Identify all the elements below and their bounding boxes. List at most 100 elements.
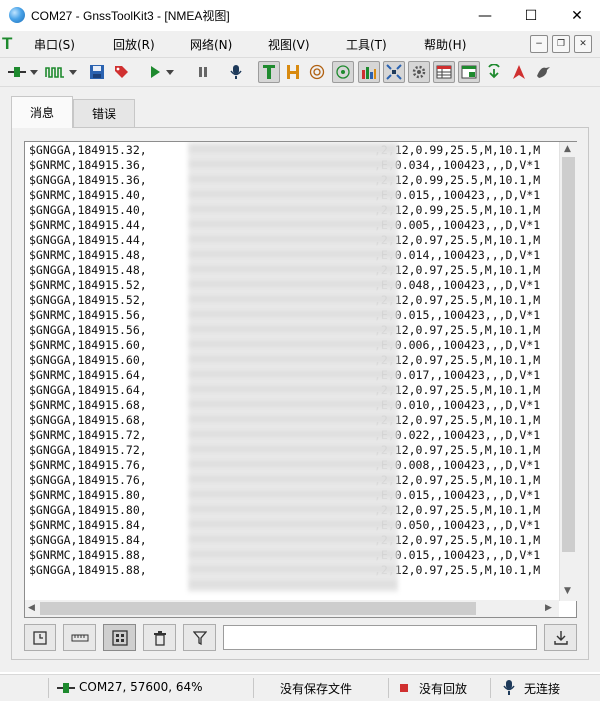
log-line-prefix: $GNGGA,184915.56, [29, 323, 147, 337]
log-line: $GNRMC,184915.60, ,E,0.006,,100423,,,D,V*… [29, 338, 540, 353]
log-line: $GNGGA,184915.56, ,2,12,0.97,25.5,M,10.1,… [29, 323, 540, 338]
vertical-scrollbar[interactable]: ▲ ▼ [559, 142, 577, 601]
log-line-tail: ,E,0.015,,100423,,,D,V*1 [374, 188, 541, 202]
log-line-tail: ,E,0.008,,100423,,,D,V*1 [374, 458, 541, 472]
log-line-prefix: $GNRMC,184915.64, [29, 368, 147, 382]
log-line-tail: ,2,12,0.97,25.5,M,10.1,M [374, 563, 541, 577]
log-line-tail: ,2,12,0.97,25.5,M,10.1,M [374, 233, 541, 247]
tab-errors[interactable]: 错误 [73, 99, 135, 127]
trash-icon [153, 630, 166, 646]
vertical-scroll-thumb[interactable] [562, 157, 575, 552]
text-t-icon[interactable] [258, 61, 280, 83]
nmea-log-view[interactable]: $GNGGA,184915.32, ,2,12,0.99,25.5,M,10.1,… [24, 141, 577, 618]
log-line: $GNGGA,184915.84, ,2,12,0.97,25.5,M,10.1,… [29, 533, 540, 548]
log-line-prefix: $GNGGA,184915.84, [29, 533, 147, 547]
log-line: $GNGGA,184915.80, ,2,12,0.97,25.5,M,10.1,… [29, 503, 540, 518]
play-dropdown-arrow-icon[interactable] [163, 61, 177, 83]
status-separator [388, 678, 389, 698]
hex-view-button[interactable] [103, 624, 136, 651]
log-line-tail: ,E,0.005,,100423,,,D,V*1 [374, 218, 541, 232]
log-line-prefix: $GNRMC,184915.44, [29, 218, 147, 232]
bar-chart-icon[interactable] [358, 61, 380, 83]
clear-button[interactable] [143, 624, 176, 651]
log-line-tail: ,E,0.022,,100423,,,D,V*1 [374, 428, 541, 442]
baud-dropdown-arrow-icon[interactable] [66, 61, 80, 83]
maximize-button[interactable]: ☐ [508, 0, 554, 31]
log-line-prefix: $GNGGA,184915.36, [29, 173, 147, 187]
export-button[interactable] [544, 624, 577, 651]
log-line-tail: ,2,12,0.97,25.5,M,10.1,M [374, 383, 541, 397]
log-line: $GNGGA,184915.36, ,2,12,0.99,25.5,M,10.1,… [29, 173, 540, 188]
mdi-minimize-icon[interactable]: − [530, 35, 548, 53]
log-line-tail: ,2,12,0.97,25.5,M,10.1,M [374, 473, 541, 487]
satellite-icon[interactable] [383, 61, 405, 83]
navigation-arrow-icon[interactable] [508, 61, 530, 83]
log-lines: $GNGGA,184915.32, ,2,12,0.99,25.5,M,10.1,… [29, 143, 540, 578]
menu-help[interactable]: 帮助(H) [424, 36, 466, 53]
status-separator [490, 678, 491, 698]
microphone-icon[interactable] [225, 61, 247, 83]
scroll-left-arrow-icon[interactable]: ◀ [28, 603, 35, 613]
menu-serial[interactable]: 串口(S) [34, 36, 75, 53]
hex-view-icon [111, 629, 128, 646]
log-line-prefix: $GNRMC,184915.68, [29, 398, 147, 412]
status-separator [48, 678, 49, 698]
minimize-button[interactable]: — [462, 0, 508, 31]
log-line: $GNGGA,184915.64, ,2,12,0.97,25.5,M,10.1,… [29, 383, 540, 398]
table-icon[interactable] [433, 61, 455, 83]
download-icon[interactable] [483, 61, 505, 83]
close-button[interactable]: ✕ [554, 0, 600, 31]
clock-button[interactable] [24, 624, 56, 651]
letter-h-icon[interactable] [282, 61, 304, 83]
filter-icon [192, 630, 207, 645]
log-line: $GNRMC,184915.72, ,E,0.022,,100423,,,D,V*… [29, 428, 540, 443]
log-line-tail: ,E,0.015,,100423,,,D,V*1 [374, 548, 541, 562]
log-line-tail: ,2,12,0.97,25.5,M,10.1,M [374, 353, 541, 367]
log-line-prefix: $GNRMC,184915.48, [29, 248, 147, 262]
bird-icon[interactable] [532, 61, 554, 83]
connect-dropdown-arrow-icon[interactable] [27, 61, 41, 83]
log-line-tail: ,E,0.034,,100423,,,D,V*1 [374, 158, 541, 172]
horizontal-scrollbar[interactable]: ◀ ▶ [25, 600, 559, 617]
target-icon[interactable] [306, 61, 328, 83]
chart-table-icon[interactable] [458, 61, 480, 83]
scroll-right-arrow-icon[interactable]: ▶ [545, 603, 552, 613]
mdi-close-icon[interactable]: ✕ [574, 35, 592, 53]
filter-button[interactable] [183, 624, 216, 651]
microphone-icon [503, 680, 515, 695]
connect-icon[interactable] [6, 61, 28, 83]
menu-playback[interactable]: 回放(R) [113, 36, 155, 53]
log-line-prefix: $GNGGA,184915.40, [29, 203, 147, 217]
log-line: $GNGGA,184915.40, ,2,12,0.99,25.5,M,10.1,… [29, 203, 540, 218]
tab-messages[interactable]: 消息 [11, 96, 73, 128]
save-icon[interactable] [86, 61, 108, 83]
menu-view[interactable]: 视图(V) [268, 36, 310, 53]
log-line-prefix: $GNGGA,184915.76, [29, 473, 147, 487]
log-line-prefix: $GNRMC,184915.36, [29, 158, 147, 172]
crosshair-icon[interactable] [332, 61, 354, 83]
pause-icon[interactable] [192, 61, 214, 83]
log-line: $GNGGA,184915.72, ,2,12,0.97,25.5,M,10.1,… [29, 443, 540, 458]
horizontal-scroll-thumb[interactable] [40, 602, 476, 615]
menu-tools[interactable]: 工具(T) [346, 36, 387, 53]
tag-icon[interactable] [110, 61, 132, 83]
menu-network[interactable]: 网络(N) [190, 36, 232, 53]
log-line: $GNGGA,184915.44, ,2,12,0.97,25.5,M,10.1,… [29, 233, 540, 248]
log-line-prefix: $GNRMC,184915.56, [29, 308, 147, 322]
gear-icon[interactable] [408, 61, 430, 83]
log-line-tail: ,E,0.015,,100423,,,D,V*1 [374, 308, 541, 322]
log-line: $GNRMC,184915.88, ,E,0.015,,100423,,,D,V*… [29, 548, 540, 563]
record-stop-icon [400, 684, 408, 692]
scroll-down-arrow-icon[interactable]: ▼ [564, 586, 571, 596]
ruler-button[interactable] [63, 624, 96, 651]
scroll-up-arrow-icon[interactable]: ▲ [564, 144, 571, 154]
baud-wave-icon[interactable] [44, 61, 66, 83]
redacted-coordinates [188, 142, 398, 592]
log-line-tail: ,E,0.014,,100423,,,D,V*1 [374, 248, 541, 262]
ruler-icon [71, 634, 88, 641]
filter-input[interactable] [223, 625, 537, 650]
log-line: $GNRMC,184915.48, ,E,0.014,,100423,,,D,V*… [29, 248, 540, 263]
log-line: $GNGGA,184915.76, ,2,12,0.97,25.5,M,10.1,… [29, 473, 540, 488]
mdi-restore-icon[interactable]: ❐ [552, 35, 570, 53]
log-line-prefix: $GNGGA,184915.48, [29, 263, 147, 277]
